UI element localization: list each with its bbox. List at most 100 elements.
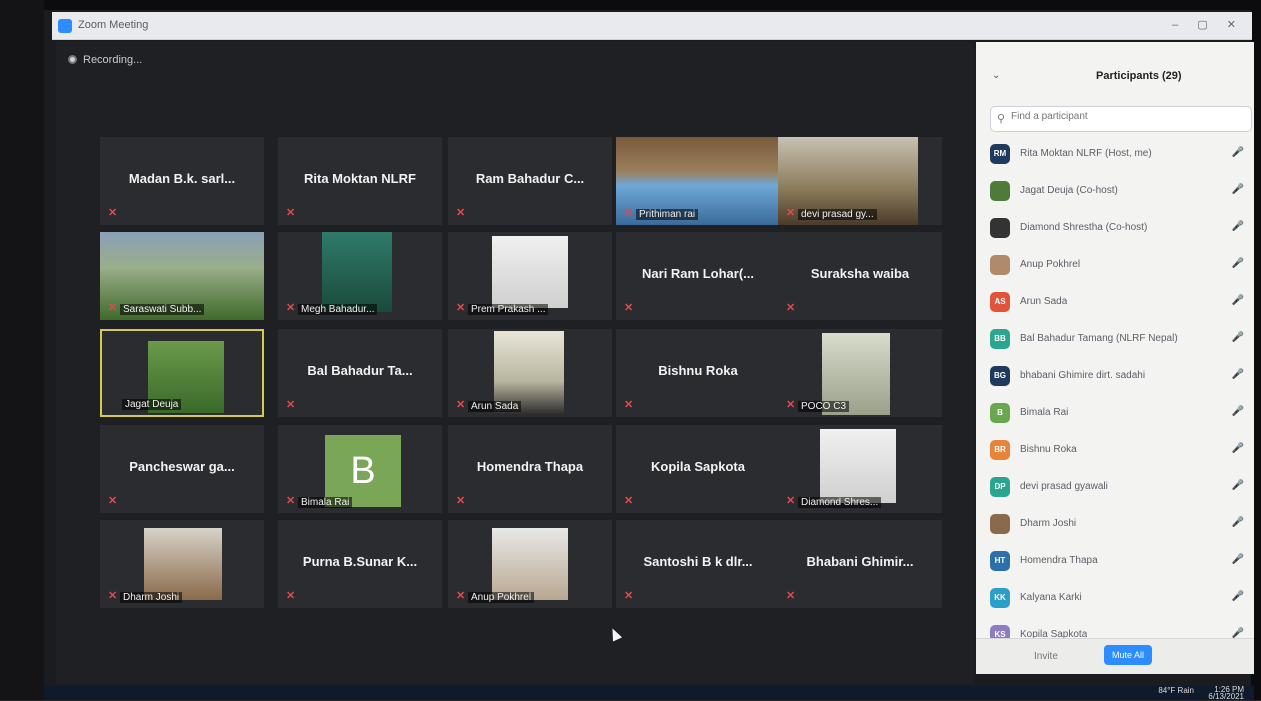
participant-list-name: Rita Moktan NLRF (Host, me) (1020, 148, 1152, 159)
video-tile[interactable]: Prithiman rai (616, 137, 780, 225)
video-tile[interactable]: Madan B.k. sarl... (100, 137, 264, 225)
participant-video (492, 528, 568, 600)
invite-button[interactable]: Invite (1034, 651, 1058, 662)
video-tile[interactable]: Purna B.Sunar K... (278, 520, 442, 608)
participant-name: Suraksha waiba (810, 266, 910, 281)
participant-video (322, 232, 392, 312)
video-tile[interactable]: Jagat Deuja (100, 329, 264, 417)
participant-row[interactable]: BR Bishnu Roka 🎤 (990, 436, 1252, 466)
windows-taskbar: 84°F Rain 1:26 PM 6/13/2021 (44, 686, 1254, 701)
avatar: DP (990, 477, 1010, 497)
video-tile[interactable]: Arun Sada (448, 329, 612, 417)
mic-icon[interactable]: 🎤 (1232, 369, 1244, 380)
mic-icon[interactable]: 🎤 (1232, 147, 1244, 158)
participant-list-name: Bishnu Roka (1020, 444, 1077, 455)
meeting-gallery: Recording... Madan B.k. sarl... Rita Mokt… (56, 42, 974, 684)
muted-mic-icon (286, 495, 296, 507)
avatar (990, 218, 1010, 238)
participant-name-caption: Saraswati Subb... (120, 304, 205, 315)
video-tile[interactable]: Bishnu Roka (616, 329, 780, 417)
participant-name: Bishnu Roka (658, 363, 738, 378)
mic-icon[interactable]: 🎤 (1232, 554, 1244, 565)
muted-mic-icon (456, 590, 466, 602)
muted-mic-icon (624, 207, 634, 219)
muted-mic-icon (286, 399, 296, 411)
participant-name: Pancheswar ga... (129, 459, 235, 474)
video-tile[interactable]: Saraswati Subb... (100, 232, 264, 320)
mic-icon[interactable]: 🎤 (1232, 517, 1244, 528)
muted-mic-icon (624, 302, 634, 314)
mic-icon[interactable]: 🎤 (1232, 258, 1244, 269)
participant-row[interactable]: KK Kalyana Karki 🎤 (990, 584, 1252, 614)
muted-mic-icon (624, 399, 634, 411)
participants-panel: ⌄ Participants (29) ⚲ RM Rita Moktan NLRF… (976, 42, 1254, 674)
participants-title: Participants (29) (1096, 70, 1182, 82)
participant-search[interactable]: ⚲ (990, 106, 1252, 132)
participant-row[interactable]: Dharm Joshi 🎤 (990, 510, 1252, 540)
video-tile[interactable]: Ram Bahadur C... (448, 137, 612, 225)
participant-row[interactable]: HT Homendra Thapa 🎤 (990, 547, 1252, 577)
participant-name-caption: Arun Sada (468, 401, 522, 412)
video-tile[interactable]: devi prasad gy... (778, 137, 942, 225)
screen: Zoom Meeting – ▢ ✕ Recording... Madan B.… (0, 0, 1261, 701)
participant-row[interactable]: BB Bal Bahadur Tamang (NLRF Nepal) 🎤 (990, 325, 1252, 355)
participant-list-name: bhabani Ghimire dirt. sadahi (1020, 370, 1146, 381)
avatar (990, 181, 1010, 201)
recording-indicator[interactable]: Recording... (68, 54, 142, 66)
video-tile[interactable]: Kopila Sapkota (616, 425, 780, 513)
search-icon: ⚲ (997, 113, 1006, 125)
window-controls[interactable]: – ▢ ✕ (1172, 18, 1244, 31)
participant-row[interactable]: AS Arun Sada 🎤 (990, 288, 1252, 318)
video-tile[interactable]: Pancheswar ga... (100, 425, 264, 513)
video-tile[interactable]: Prem Prakash ... (448, 232, 612, 320)
mute-all-button[interactable]: Mute All (1104, 645, 1152, 665)
video-tile[interactable]: Megh Bahadur... (278, 232, 442, 320)
clock[interactable]: 1:26 PM 6/13/2021 (1208, 686, 1244, 701)
video-tile[interactable]: Dharm Joshi (100, 520, 264, 608)
mic-icon[interactable]: 🎤 (1232, 221, 1244, 232)
collapse-chevron-icon[interactable]: ⌄ (992, 70, 1000, 81)
avatar (990, 514, 1010, 534)
avatar: B (990, 403, 1010, 423)
mic-icon[interactable]: 🎤 (1232, 406, 1244, 417)
participant-row[interactable]: Diamond Shrestha (Co-host) 🎤 (990, 214, 1252, 244)
participant-row[interactable]: BG bhabani Ghimire dirt. sadahi 🎤 (990, 362, 1252, 392)
video-tile[interactable]: B Bimala Rai (278, 425, 442, 513)
monitor-bezel-top (0, 0, 1261, 10)
participant-video (492, 236, 568, 308)
participant-row[interactable]: B Bimala Rai 🎤 (990, 399, 1252, 429)
participant-row[interactable]: DP devi prasad gyawali 🎤 (990, 473, 1252, 503)
avatar: RM (990, 144, 1010, 164)
mic-icon[interactable]: 🎤 (1232, 480, 1244, 491)
video-tile[interactable]: POCO C3 (778, 329, 942, 417)
participant-list-name: Anup Pokhrel (1020, 259, 1081, 270)
muted-mic-icon (108, 590, 118, 602)
video-tile[interactable]: Diamond Shres... (778, 425, 942, 513)
participant-row[interactable]: Jagat Deuja (Co-host) 🎤 (990, 177, 1252, 207)
weather-widget[interactable]: 84°F Rain (1158, 686, 1194, 695)
monitor-bezel-left (0, 0, 44, 700)
muted-mic-icon (108, 207, 118, 219)
video-tile[interactable]: Homendra Thapa (448, 425, 612, 513)
video-tile[interactable]: Anup Pokhrel (448, 520, 612, 608)
mic-icon[interactable]: 🎤 (1232, 443, 1244, 454)
participant-list-name: devi prasad gyawali (1020, 481, 1108, 492)
video-tile[interactable]: Santoshi B k dlr... (616, 520, 780, 608)
mic-icon[interactable]: 🎤 (1232, 184, 1244, 195)
search-input[interactable] (1011, 111, 1241, 122)
mic-icon[interactable]: 🎤 (1232, 332, 1244, 343)
participant-list-name: Arun Sada (1020, 296, 1068, 307)
video-tile[interactable]: Suraksha waiba (778, 232, 942, 320)
video-tile[interactable]: Bal Bahadur Ta... (278, 329, 442, 417)
avatar: HT (990, 551, 1010, 571)
participant-name-caption: Dharm Joshi (120, 592, 183, 603)
video-tile[interactable]: Bhabani Ghimir... (778, 520, 942, 608)
mic-icon[interactable]: 🎤 (1232, 591, 1244, 602)
muted-mic-icon (786, 590, 796, 602)
video-tile[interactable]: Nari Ram Lohar(... (616, 232, 780, 320)
mic-icon[interactable]: 🎤 (1232, 295, 1244, 306)
participant-row[interactable]: RM Rita Moktan NLRF (Host, me) 🎤 (990, 140, 1252, 170)
participant-row[interactable]: Anup Pokhrel 🎤 (990, 251, 1252, 281)
video-tile[interactable]: Rita Moktan NLRF (278, 137, 442, 225)
avatar (990, 255, 1010, 275)
